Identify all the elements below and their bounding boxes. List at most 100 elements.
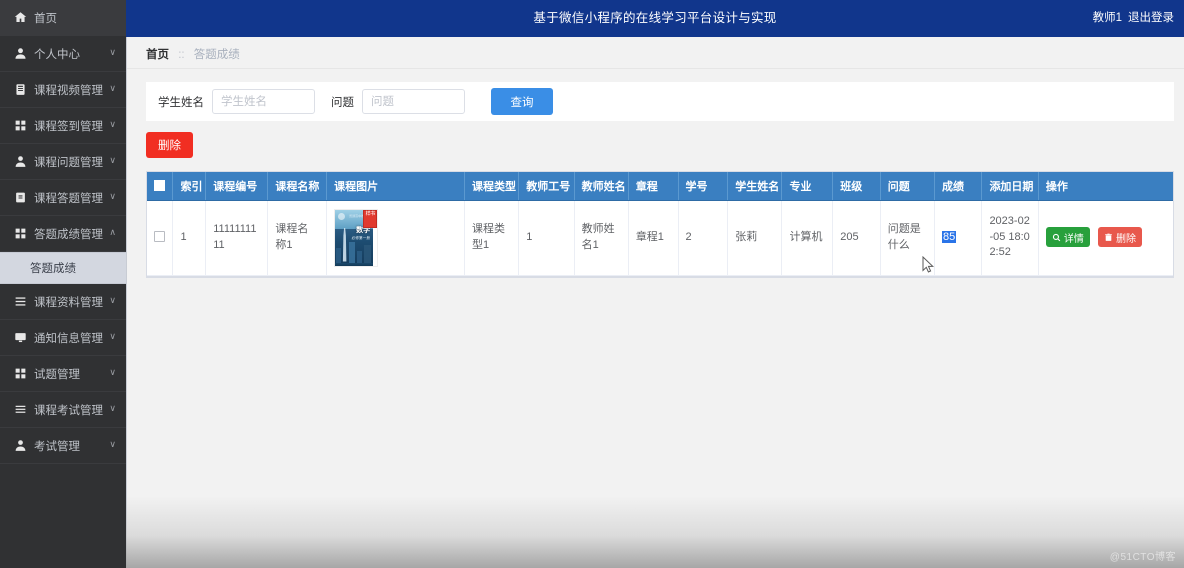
td-major: 计算机: [781, 200, 834, 276]
breadcrumb-current: 答题成绩: [193, 49, 240, 61]
td-question: 问题是什么: [880, 200, 935, 276]
page-title: 基于微信小程序的在线学习平台设计与实现: [533, 11, 777, 25]
sidebar-item-course-signin[interactable]: 课程签到管理 ∨: [0, 108, 126, 144]
table-header-row: 索引 课程编号 课程名称 课程图片 课程类型 教师工号 教师姓名 章程 学号 学…: [147, 172, 1173, 201]
td-actions: 详情 删除: [1038, 200, 1173, 276]
th-course-image: 课程图片: [326, 172, 465, 201]
user-area: 教师1 退出登录: [1093, 0, 1174, 37]
chevron-down-icon: ∨: [109, 331, 116, 341]
monitor-icon: [14, 331, 27, 344]
sidebar-item-label: 考试管理: [34, 440, 80, 453]
rows-icon: [14, 403, 27, 416]
chevron-down-icon: ∨: [109, 403, 116, 413]
book-building: [336, 247, 342, 264]
home-icon: [14, 11, 27, 24]
th-course-name: 课程名称: [267, 172, 328, 201]
score-table: 索引 课程编号 课程名称 课程图片 课程类型 教师工号 教师姓名 章程 学号 学…: [147, 172, 1173, 276]
student-name-input[interactable]: [212, 89, 315, 114]
td-add-date: 2023-02-05 18:02:52: [981, 200, 1039, 276]
table-head: 索引 课程编号 课程名称 课程图片 课程类型 教师工号 教师姓名 章程 学号 学…: [147, 172, 1173, 201]
query-button[interactable]: 查询: [491, 88, 553, 115]
book-water: [335, 262, 374, 266]
row-delete-button[interactable]: 删除: [1097, 227, 1142, 248]
sidebar-item-label: 首页: [34, 12, 57, 25]
breadcrumb-separator: ::: [178, 49, 185, 61]
th-teacher-name: 教师姓名: [574, 172, 629, 201]
select-all-checkbox[interactable]: [154, 180, 165, 192]
trash-icon: [1105, 233, 1112, 241]
question-label: 问题: [331, 96, 354, 109]
table-body: 1 1111111111 课程名称1 普通高中教科书 数学 必修第一册 样书 课…: [147, 200, 1173, 276]
th-student-name: 学生姓名: [727, 172, 783, 201]
book-building: [364, 244, 372, 264]
th-actions: 操作: [1038, 172, 1173, 201]
batch-delete-button[interactable]: 删除: [146, 132, 193, 158]
th-teacher-no: 教师工号: [518, 172, 575, 201]
sidebar-item-label: 课程考试管理: [34, 404, 103, 417]
person-icon: [14, 155, 27, 168]
breadcrumb-home[interactable]: 首页: [146, 49, 169, 61]
th-course-no: 课程编号: [205, 172, 269, 201]
chevron-down-icon: ∨: [109, 295, 116, 305]
chevron-up-icon: ∧: [109, 227, 116, 237]
seal-stamp-icon: 样书: [363, 209, 378, 228]
sidebar-item-notice[interactable]: 通知信息管理 ∨: [0, 320, 126, 356]
th-course-type: 课程类型: [464, 172, 520, 201]
logout-link[interactable]: 退出登录: [1128, 0, 1174, 37]
sidebar-item-score-management[interactable]: 答题成绩管理 ∧: [0, 216, 126, 252]
course-image-thumbnail[interactable]: 普通高中教科书 数学 必修第一册 样书: [334, 208, 379, 267]
breadcrumb: 首页 :: 答题成绩: [127, 41, 1184, 69]
th-major: 专业: [781, 172, 834, 201]
sidebar-item-label: 试题管理: [34, 368, 80, 381]
td-chapter: 章程1: [628, 200, 679, 276]
clipboard-icon: [14, 83, 27, 96]
sidebar-item-home[interactable]: 首页: [0, 0, 126, 36]
td-teacher-no: 1: [518, 200, 575, 276]
sidebar-item-course-exam[interactable]: 课程考试管理 ∨: [0, 392, 126, 428]
row-checkbox[interactable]: [154, 231, 165, 243]
chevron-down-icon: ∨: [109, 191, 116, 201]
td-student-name: 张莉: [727, 200, 783, 276]
chevron-down-icon: ∨: [109, 155, 116, 165]
sidebar-item-exam-question[interactable]: 试题管理 ∨: [0, 356, 126, 392]
book-subtitle: 必修第一册: [351, 235, 371, 240]
td-class: 205: [832, 200, 881, 276]
user-icon: [14, 47, 27, 60]
td-course-type: 课程类型1: [464, 200, 520, 276]
th-select-all[interactable]: [147, 172, 174, 201]
main-content: 首页 :: 答题成绩 学生姓名 问题 查询 删除: [126, 37, 1184, 568]
sidebar-subitem-answer-score[interactable]: 答题成绩: [0, 252, 126, 284]
sidebar-item-course-material[interactable]: 课程资料管理 ∨: [0, 284, 126, 320]
delete-button-label: 删除: [1115, 233, 1136, 245]
list-icon: [14, 295, 27, 308]
td-row-select[interactable]: [147, 200, 174, 276]
note-icon: [14, 191, 27, 204]
sidebar-item-label: 课程问题管理: [34, 156, 103, 169]
chevron-down-icon: ∨: [109, 367, 116, 377]
th-student-no: 学号: [678, 172, 729, 201]
sidebar-item-course-video[interactable]: 课程视频管理 ∨: [0, 72, 126, 108]
chevron-down-icon: ∨: [109, 119, 116, 129]
person-icon: [14, 439, 27, 452]
td-teacher-name: 教师姓名1: [574, 200, 629, 276]
sidebar-item-course-answer[interactable]: 课程答题管理 ∨: [0, 180, 126, 216]
table-row: 1 1111111111 课程名称1 普通高中教科书 数学 必修第一册 样书 课…: [147, 200, 1173, 276]
sidebar-item-label: 个人中心: [34, 48, 80, 61]
th-score: 成绩: [934, 172, 983, 201]
td-score: 85: [934, 200, 983, 276]
sidebar-item-profile[interactable]: 个人中心 ∨: [0, 36, 126, 72]
top-header: 基于微信小程序的在线学习平台设计与实现 教师1 退出登录: [126, 0, 1184, 37]
grid-icon: [14, 119, 27, 132]
sidebar-subitem-label: 答题成绩: [30, 263, 76, 275]
data-table-container: 索引 课程编号 课程名称 课程图片 课程类型 教师工号 教师姓名 章程 学号 学…: [146, 171, 1174, 278]
question-input[interactable]: [362, 89, 465, 114]
book-building: [349, 241, 356, 264]
detail-button-label: 详情: [1063, 233, 1084, 245]
sidebar-item-exam-management[interactable]: 考试管理 ∨: [0, 428, 126, 464]
detail-button[interactable]: 详情: [1045, 227, 1090, 248]
th-chapter: 章程: [628, 172, 679, 201]
td-course-no: 1111111111: [205, 200, 269, 276]
app-root: 首页 个人中心 ∨ 课程视频管理 ∨ 课程签到管理 ∨ 课程问题管理 ∨ 课程答…: [0, 0, 1184, 568]
sidebar-item-course-question[interactable]: 课程问题管理 ∨: [0, 144, 126, 180]
sidebar-item-label: 答题成绩管理: [34, 228, 103, 241]
